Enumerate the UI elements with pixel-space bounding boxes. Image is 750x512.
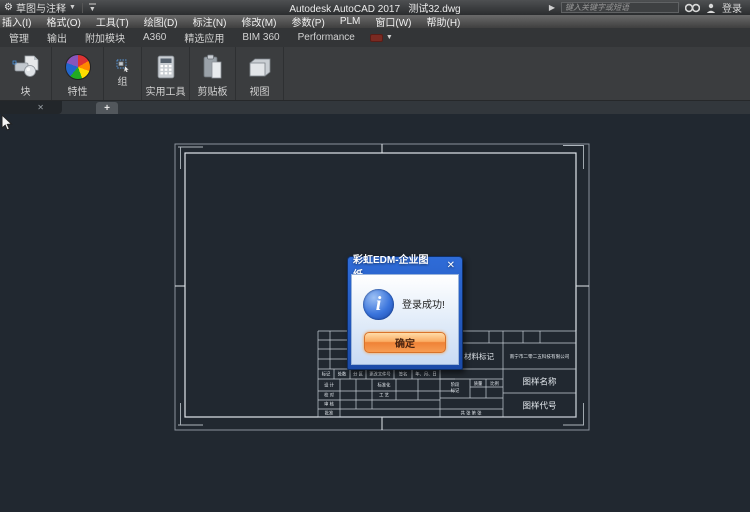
panel-clipboard[interactable]: 剪贴板: [190, 47, 236, 100]
edm-login-dialog[interactable]: 彩虹EDM-企业图纸... ✕ i 登录成功! 确定: [347, 256, 463, 370]
panel-utilities[interactable]: 实用工具: [142, 47, 190, 100]
sign-design: 设 计: [324, 382, 334, 389]
menu-format[interactable]: 格式(O): [38, 14, 88, 29]
color-wheel-icon: [65, 54, 91, 80]
tab-output[interactable]: 输出: [38, 30, 76, 45]
ok-button[interactable]: 确定: [364, 332, 446, 353]
hdr-date: 年、月、日: [415, 371, 436, 378]
sign-review: 审 核: [324, 401, 334, 408]
panel-label-view: 视图: [236, 87, 283, 100]
chevron-down-icon: ▼: [69, 4, 76, 11]
divider: [82, 3, 83, 13]
menu-window[interactable]: 窗口(W): [367, 14, 419, 29]
hdr-mark: 标记: [322, 371, 331, 378]
hdr-signature: 签名: [399, 371, 408, 378]
menu-parametric[interactable]: 参数(P): [283, 14, 332, 29]
document-name: 测试32.dwg: [408, 4, 460, 15]
quick-access-menu-icon[interactable]: ▼: [89, 3, 96, 13]
menu-help[interactable]: 帮助(H): [418, 14, 468, 29]
menu-draw[interactable]: 绘图(D): [136, 14, 186, 29]
tab-addins[interactable]: 附加模块: [76, 30, 134, 45]
user-icon[interactable]: [706, 3, 716, 13]
hdr-change-file: 更改文件号: [369, 371, 390, 378]
sheet-label: 共 张 第 张: [461, 410, 482, 417]
sign-craft: 工 艺: [379, 393, 389, 398]
scale-label: 比例: [490, 380, 499, 387]
tab-featured-apps[interactable]: 精选应用: [175, 30, 233, 45]
camera-icon: [370, 34, 383, 42]
block-icon: [12, 54, 40, 80]
panel-label-clipboard: 剪贴板: [190, 87, 235, 100]
titlebar-right-tools: ▶ 登录: [549, 0, 750, 15]
ribbon-panels: 块 特性 组: [0, 47, 750, 101]
chevron-down-icon: ▼: [386, 34, 393, 41]
panel-properties[interactable]: 特性: [52, 47, 104, 100]
mouse-cursor: [0, 114, 14, 132]
dialog-message: 登录成功!: [402, 296, 445, 311]
tab-a360[interactable]: A360: [134, 32, 175, 43]
drawing-code-label: 图样代号: [522, 401, 556, 411]
close-tab-icon[interactable]: ✕: [37, 103, 62, 112]
panel-label-group: 组: [118, 73, 128, 88]
sign-check: 校 对: [324, 392, 334, 399]
search-binoculars-icon[interactable]: [685, 3, 700, 13]
drawing-file-tab[interactable]: ✕: [0, 101, 62, 114]
panel-label-block: 块: [0, 87, 51, 100]
stage-mark-1: 阶段: [451, 381, 460, 388]
sign-approve: 批准: [325, 410, 334, 417]
sign-standardize: 标准化: [378, 382, 392, 389]
menu-plm[interactable]: PLM: [332, 16, 369, 27]
panel-group[interactable]: 组: [104, 47, 142, 100]
autocad-window: ⚙ 草图与注释 ▼ ▼ Autodesk AutoCAD 2017 测试32.d…: [0, 0, 750, 512]
menu-modify[interactable]: 修改(M): [233, 14, 284, 29]
tab-performance[interactable]: Performance: [289, 32, 364, 43]
title-bar: ⚙ 草图与注释 ▼ ▼ Autodesk AutoCAD 2017 测试32.d…: [0, 0, 750, 15]
panel-view[interactable]: 视图: [236, 47, 284, 100]
close-icon[interactable]: ✕: [445, 260, 457, 271]
group-icon: [116, 59, 130, 72]
app-title: Autodesk AutoCAD 2017: [289, 4, 400, 15]
stage-mark-2: 标记: [451, 387, 460, 394]
clipboard-icon: [202, 54, 224, 80]
tab-manage[interactable]: 管理: [0, 30, 38, 45]
new-tab-button[interactable]: +: [96, 102, 118, 114]
menu-dimension[interactable]: 标注(N): [185, 14, 235, 29]
menu-insert[interactable]: 插入(I): [0, 14, 39, 29]
menu-tools[interactable]: 工具(T): [88, 14, 137, 29]
company-name: 南宁市二零二五科技有限公司: [510, 353, 570, 360]
tab-bim360[interactable]: BIM 360: [233, 32, 288, 43]
dialog-body: i 登录成功! 确定: [351, 274, 459, 365]
file-tab-bar: ✕ +: [0, 101, 750, 114]
search-input[interactable]: [561, 2, 679, 13]
workspace-label: 草图与注释: [16, 0, 66, 15]
panel-block[interactable]: 块: [0, 47, 52, 100]
collapse-arrow-icon[interactable]: ▶: [549, 3, 555, 12]
view-panel-icon: [247, 56, 273, 78]
drawing-canvas[interactable]: 材料标记 南宁市二零二五科技有限公司 图样名称 图样代号 标记 处数 分 区 更…: [0, 114, 750, 512]
hdr-zone: 分 区: [353, 371, 363, 378]
dialog-title-bar[interactable]: 彩虹EDM-企业图纸... ✕: [351, 257, 459, 274]
drawing-name-label: 图样名称: [522, 377, 557, 387]
workspace-switcher[interactable]: ⚙ 草图与注释 ▼ ▼: [0, 0, 100, 15]
menu-bar: 插入(I) 格式(O) 工具(T) 绘图(D) 标注(N) 修改(M) 参数(P…: [0, 15, 750, 28]
hdr-count: 处数: [338, 371, 347, 378]
calculator-icon: [156, 55, 176, 80]
panel-label-properties: 特性: [52, 87, 103, 100]
ribbon-tab-bar: 管理 输出 附加模块 A360 精选应用 BIM 360 Performance…: [0, 28, 750, 47]
weight-label: 质量: [474, 380, 483, 387]
panel-label-utilities: 实用工具: [142, 87, 189, 100]
material-mark-label: 材料标记: [464, 351, 494, 361]
ribbon-extra-menu[interactable]: ▼: [370, 34, 393, 42]
gear-icon: ⚙: [4, 3, 13, 13]
info-icon: i: [363, 289, 394, 320]
sign-in-button[interactable]: 登录: [722, 0, 742, 15]
